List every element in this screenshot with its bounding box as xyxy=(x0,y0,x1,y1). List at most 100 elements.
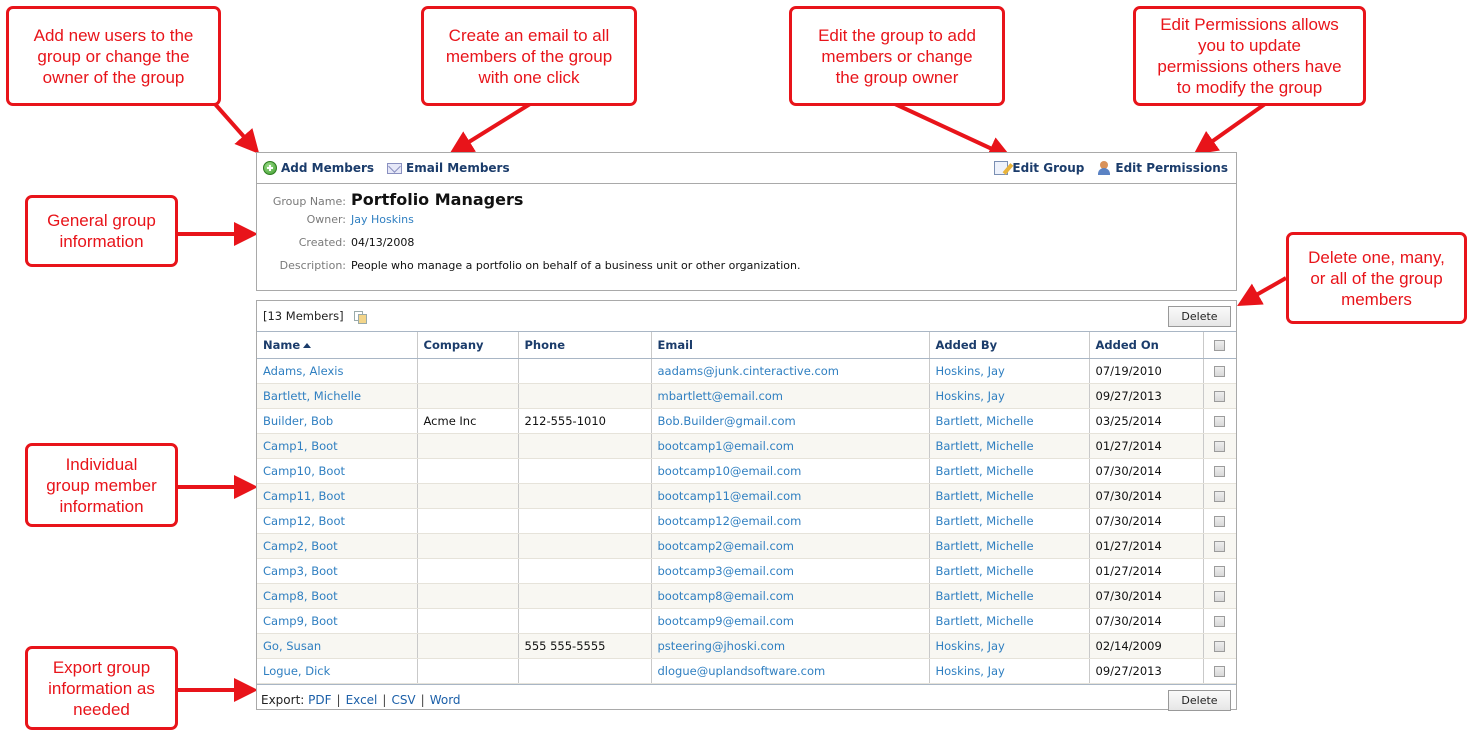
row-checkbox[interactable] xyxy=(1214,366,1226,377)
table-row: Adams, Alexis aadams@junk.cinteractive.co… xyxy=(257,358,1236,384)
added-on-cell: 07/30/2014 xyxy=(1089,583,1204,609)
member-name-link[interactable]: Logue, Dick xyxy=(263,664,330,678)
owner-label: Owner: xyxy=(306,213,346,226)
member-name-link[interactable]: Camp12, Boot xyxy=(263,514,345,528)
row-checkbox[interactable] xyxy=(1214,416,1226,427)
phone-cell xyxy=(518,558,652,584)
company-cell xyxy=(417,608,519,634)
select-cell xyxy=(1203,358,1236,384)
export-excel-link[interactable]: Excel xyxy=(346,693,378,707)
member-name-link[interactable]: Camp2, Boot xyxy=(263,539,338,553)
export-pdf-link[interactable]: PDF xyxy=(308,693,331,707)
members-panel: [13 Members] Delete Name Company Phone E… xyxy=(256,300,1237,711)
select-cell xyxy=(1203,458,1236,484)
row-checkbox[interactable] xyxy=(1214,591,1226,602)
email-link[interactable]: aadams@junk.cinteractive.com xyxy=(658,364,840,378)
row-checkbox[interactable] xyxy=(1214,666,1226,677)
delete-button-bottom[interactable]: Delete xyxy=(1168,689,1231,711)
added-on-cell: 07/19/2010 xyxy=(1089,358,1204,384)
group-info-panel: Add Members Email Members Edit Group Edi… xyxy=(256,152,1237,291)
added-on-cell: 07/19/2010 xyxy=(1095,364,1162,378)
email-link[interactable]: bootcamp12@email.com xyxy=(658,514,802,528)
edit-permissions-button[interactable]: Edit Permissions xyxy=(1097,161,1228,175)
added-by-link[interactable]: Bartlett, Michelle xyxy=(936,589,1034,603)
edit-group-button[interactable]: Edit Group xyxy=(994,161,1084,175)
added-by-link[interactable]: Hoskins, Jay xyxy=(936,639,1005,653)
column-header-email[interactable]: Email xyxy=(651,332,930,359)
select-cell xyxy=(1203,533,1236,559)
added-by-link[interactable]: Bartlett, Michelle xyxy=(936,614,1034,628)
email-link[interactable]: bootcamp8@email.com xyxy=(658,589,795,603)
member-name-link[interactable]: Adams, Alexis xyxy=(263,364,343,378)
row-checkbox[interactable] xyxy=(1214,466,1226,477)
row-checkbox[interactable] xyxy=(1214,566,1226,577)
email-link[interactable]: mbartlett@email.com xyxy=(658,389,784,403)
member-name-link[interactable]: Camp3, Boot xyxy=(263,564,338,578)
member-name-link[interactable]: Builder, Bob xyxy=(263,414,333,428)
table-row: Camp10, Boot bootcamp10@email.com Bartlett… xyxy=(257,458,1236,484)
member-name-link[interactable]: Bartlett, Michelle xyxy=(263,389,361,403)
email-link[interactable]: dlogue@uplandsoftware.com xyxy=(658,664,826,678)
export-word-link[interactable]: Word xyxy=(430,693,461,707)
added-on-cell: 01/27/2014 xyxy=(1095,439,1162,453)
member-name-link[interactable]: Camp10, Boot xyxy=(263,464,345,478)
added-by-link[interactable]: Hoskins, Jay xyxy=(936,664,1005,678)
added-by-link[interactable]: Bartlett, Michelle xyxy=(936,439,1034,453)
member-name-link[interactable]: Camp11, Boot xyxy=(263,489,345,503)
copy-icon[interactable] xyxy=(353,310,367,324)
row-checkbox[interactable] xyxy=(1214,616,1226,627)
select-cell xyxy=(1203,633,1236,659)
row-checkbox[interactable] xyxy=(1214,516,1226,527)
column-header-company[interactable]: Company xyxy=(417,332,519,359)
export-csv-link[interactable]: CSV xyxy=(391,693,415,707)
column-header-added-by[interactable]: Added By xyxy=(929,332,1090,359)
email-link[interactable]: bootcamp3@email.com xyxy=(658,564,795,578)
added-by-link[interactable]: Hoskins, Jay xyxy=(936,364,1005,378)
email-link[interactable]: Bob.Builder@gmail.com xyxy=(658,414,796,428)
row-checkbox[interactable] xyxy=(1214,541,1226,552)
added-by-link[interactable]: Bartlett, Michelle xyxy=(936,414,1034,428)
name-cell: Camp10, Boot xyxy=(257,458,418,484)
row-checkbox[interactable] xyxy=(1214,391,1226,402)
phone-cell: 212-555-1010 xyxy=(524,414,606,428)
column-header-phone[interactable]: Phone xyxy=(518,332,652,359)
email-link[interactable]: bootcamp11@email.com xyxy=(658,489,802,503)
added-by-cell: Hoskins, Jay xyxy=(929,383,1090,409)
member-name-link[interactable]: Go, Susan xyxy=(263,639,321,653)
added-by-link[interactable]: Bartlett, Michelle xyxy=(936,489,1034,503)
members-footer: Export: PDF | Excel | CSV | Word Delete xyxy=(257,684,1236,715)
select-all-checkbox[interactable] xyxy=(1214,340,1226,351)
select-cell xyxy=(1203,383,1236,409)
row-checkbox[interactable] xyxy=(1214,641,1226,652)
member-name-link[interactable]: Camp9, Boot xyxy=(263,614,338,628)
owner-link[interactable]: Jay Hoskins xyxy=(351,213,414,226)
added-by-link[interactable]: Bartlett, Michelle xyxy=(936,539,1034,553)
company-cell xyxy=(417,633,519,659)
email-link[interactable]: bootcamp1@email.com xyxy=(658,439,795,453)
column-header-name[interactable]: Name xyxy=(257,332,418,359)
edit-document-icon xyxy=(994,161,1009,175)
added-by-link[interactable]: Hoskins, Jay xyxy=(936,389,1005,403)
delete-button-top[interactable]: Delete xyxy=(1168,305,1231,327)
members-table: Name Company Phone Email Added By Added … xyxy=(257,332,1236,684)
callout-general-info: General group information xyxy=(25,195,178,267)
row-checkbox[interactable] xyxy=(1214,441,1226,452)
added-by-link[interactable]: Bartlett, Michelle xyxy=(936,564,1034,578)
email-cell: mbartlett@email.com xyxy=(651,383,930,409)
added-on-cell: 09/27/2013 xyxy=(1089,383,1204,409)
email-link[interactable]: bootcamp9@email.com xyxy=(658,614,795,628)
select-cell xyxy=(1203,608,1236,634)
member-name-link[interactable]: Camp8, Boot xyxy=(263,589,338,603)
column-header-added-on[interactable]: Added On xyxy=(1089,332,1204,359)
added-by-link[interactable]: Bartlett, Michelle xyxy=(936,514,1034,528)
add-members-button[interactable]: Add Members xyxy=(263,161,374,175)
email-link[interactable]: bootcamp2@email.com xyxy=(658,539,795,553)
email-members-button[interactable]: Email Members xyxy=(387,161,510,175)
email-link[interactable]: bootcamp10@email.com xyxy=(658,464,802,478)
added-by-link[interactable]: Bartlett, Michelle xyxy=(936,464,1034,478)
company-cell: Acme Inc xyxy=(423,414,477,428)
email-cell: bootcamp12@email.com xyxy=(651,508,930,534)
member-name-link[interactable]: Camp1, Boot xyxy=(263,439,338,453)
email-link[interactable]: psteering@jhoski.com xyxy=(658,639,786,653)
row-checkbox[interactable] xyxy=(1214,491,1226,502)
